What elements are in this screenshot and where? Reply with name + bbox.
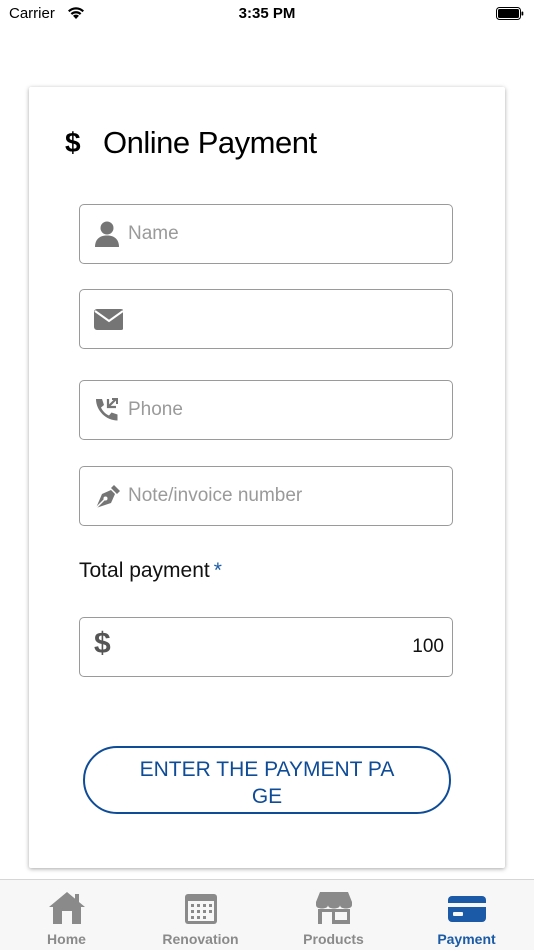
user-icon [95, 221, 119, 247]
tab-home-label: Home [47, 931, 86, 947]
name-field[interactable] [79, 204, 453, 264]
envelope-icon [94, 309, 123, 330]
phone-input[interactable] [128, 391, 438, 429]
tab-renovation-label: Renovation [162, 931, 239, 947]
status-bar: Carrier 3:35 PM [0, 0, 534, 30]
note-field[interactable] [79, 466, 453, 526]
tab-home[interactable]: Home [0, 888, 133, 950]
payment-card: $ Online Payment Name Phone Note/invoice… [29, 87, 505, 868]
battery-icon [496, 7, 524, 20]
tab-products-label: Products [303, 931, 364, 947]
currency-dollar-icon: $ [94, 627, 111, 660]
required-marker: * [213, 559, 222, 582]
phone-icon [96, 398, 118, 421]
tab-payment-label: Payment [437, 931, 496, 947]
page-title: Online Payment [103, 125, 317, 160]
total-payment-label: Total payment * [79, 559, 222, 583]
note-input[interactable] [128, 477, 438, 515]
total-payment-text: Total payment [79, 559, 210, 582]
amount-input[interactable] [140, 628, 444, 666]
tab-renovation[interactable]: Renovation [134, 888, 267, 950]
tab-payment[interactable]: Payment [400, 888, 533, 950]
tab-products[interactable]: Products [267, 888, 400, 950]
home-icon [48, 892, 85, 924]
card-title: $ Online Payment [65, 123, 317, 163]
email-field[interactable] [79, 289, 453, 349]
enter-payment-page-button[interactable]: ENTER THE PAYMENT PA GE [83, 746, 451, 814]
phone-field[interactable] [79, 380, 453, 440]
email-input[interactable] [128, 300, 438, 338]
calendar-icon [184, 894, 217, 924]
store-icon [315, 892, 352, 924]
amount-field[interactable]: $ [79, 617, 453, 677]
tab-bar: Home Renovation Products Payment [0, 879, 534, 950]
pen-nib-icon [95, 485, 120, 509]
dollar-icon: $ [65, 127, 81, 158]
credit-card-icon [447, 896, 486, 922]
name-input[interactable] [128, 215, 438, 253]
clock: 3:35 PM [238, 5, 296, 22]
